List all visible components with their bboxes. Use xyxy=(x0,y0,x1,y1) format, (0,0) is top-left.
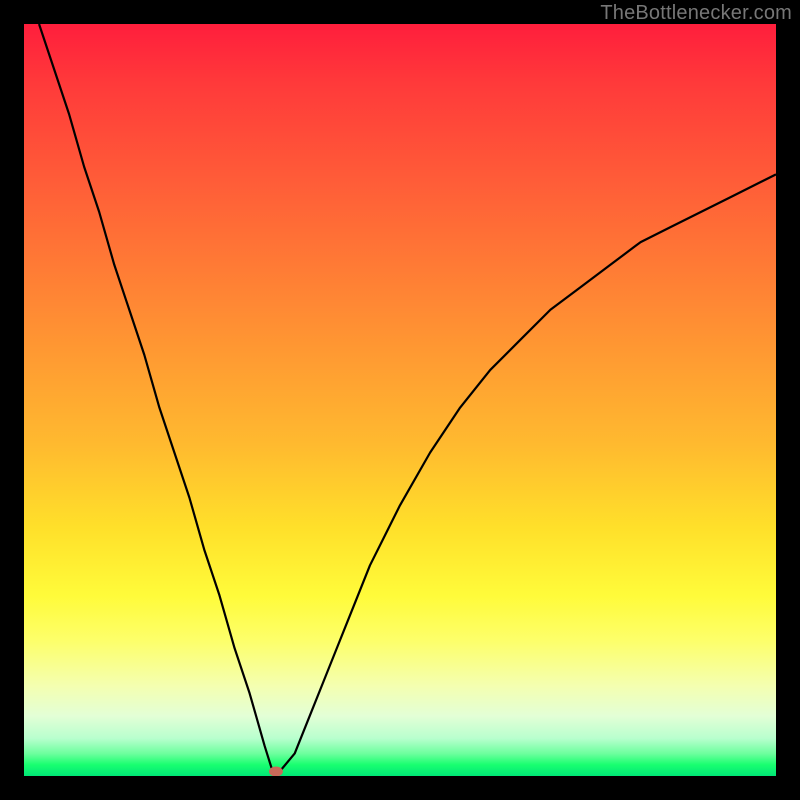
bottleneck-curve xyxy=(24,24,776,776)
curve-path xyxy=(39,24,776,771)
watermark-text: TheBottlenecker.com xyxy=(600,2,792,25)
plot-area xyxy=(24,24,776,776)
chart-frame: TheBottlenecker.com xyxy=(0,0,800,800)
